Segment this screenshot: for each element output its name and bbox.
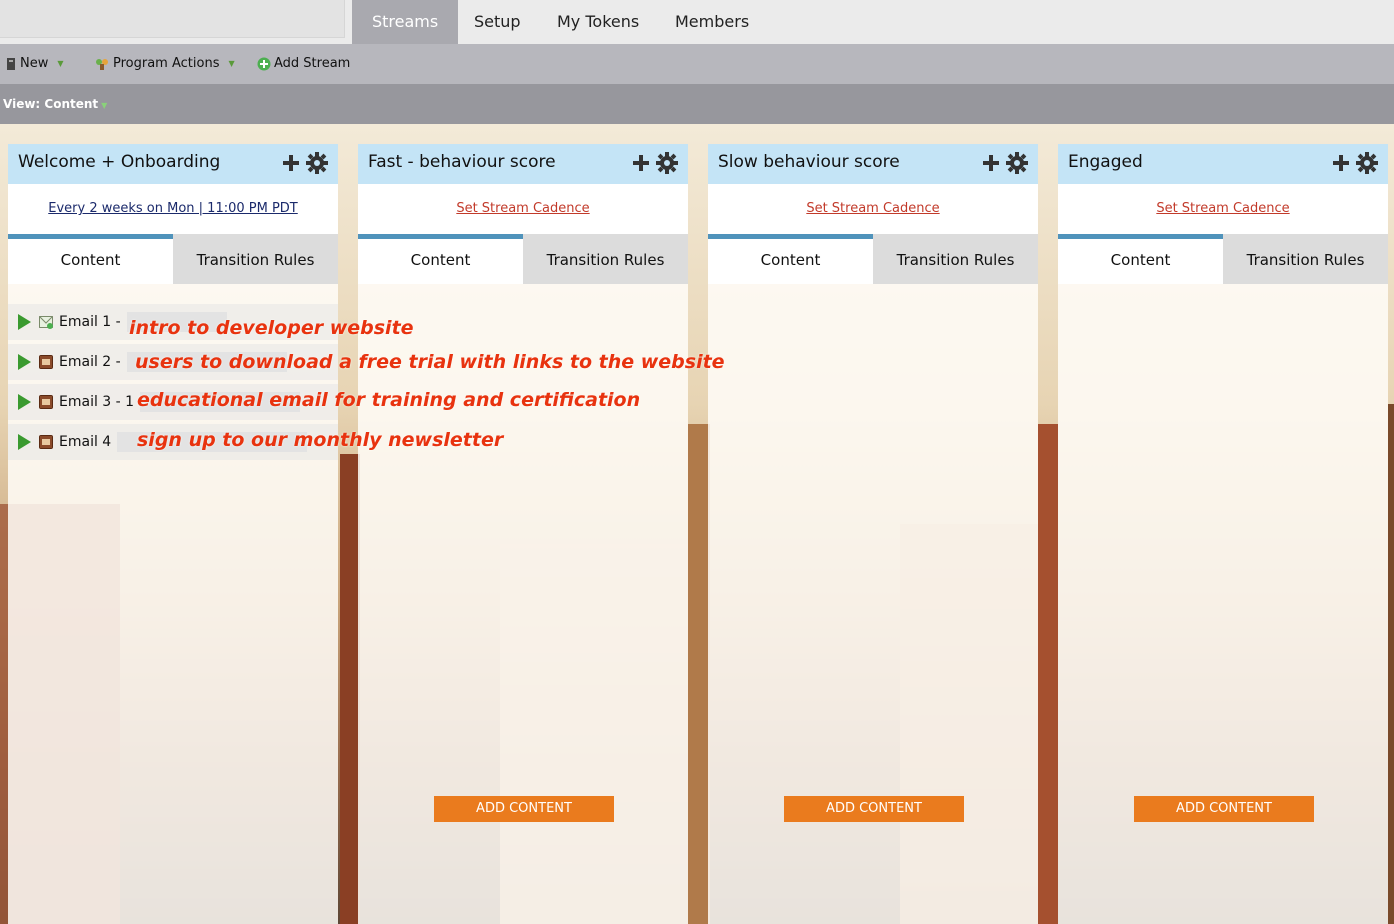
new-menu-button[interactable]: New ▼ [6, 44, 64, 84]
add-content-button[interactable]: ADD CONTENT [784, 796, 964, 822]
stream-actions [1332, 152, 1378, 174]
chevron-down-icon: ▼ [57, 59, 64, 68]
annotation-note: intro to developer website [129, 317, 414, 339]
add-stream-label: Add Stream [274, 56, 351, 71]
new-label: New [20, 56, 49, 71]
tab-transition-rules[interactable]: Transition Rules [873, 234, 1038, 284]
plus-icon[interactable] [632, 154, 650, 172]
tab-my-tokens[interactable]: My Tokens [537, 0, 659, 44]
add-stream-button[interactable]: Add Stream [257, 44, 350, 84]
add-content-button[interactable]: ADD CONTENT [434, 796, 614, 822]
view-selector[interactable]: View: Content ▼ [3, 84, 107, 126]
gear-icon[interactable] [1356, 152, 1378, 174]
set-stream-cadence-link[interactable]: Set Stream Cadence [806, 201, 939, 216]
play-icon[interactable] [18, 314, 31, 330]
stream-header: Fast - behaviour score [358, 144, 688, 184]
view-bar: View: Content ▼ [0, 84, 1394, 124]
stream-cadence: Every 2 weeks on Mon | 11:00 PM PDT [8, 184, 338, 234]
stream-subtabs: Content Transition Rules [8, 234, 338, 284]
tab-setup[interactable]: Setup [454, 0, 541, 44]
stream-title: Engaged [1068, 152, 1143, 172]
toolbar: New ▼ Program Actions ▼ Add Stream [0, 44, 1394, 84]
chevron-down-icon: ▼ [101, 101, 108, 110]
new-icon [7, 58, 15, 70]
add-content-button[interactable]: ADD CONTENT [1134, 796, 1314, 822]
annotation-note: educational email for training and certi… [137, 389, 641, 411]
play-icon[interactable] [18, 434, 31, 450]
stream-actions [632, 152, 678, 174]
stream-title: Welcome + Onboarding [18, 152, 221, 172]
set-stream-cadence-link[interactable]: Set Stream Cadence [1156, 201, 1289, 216]
program-actions-menu-button[interactable]: Program Actions ▼ [94, 44, 235, 84]
email-icon [39, 355, 53, 369]
tab-transition-rules[interactable]: Transition Rules [173, 234, 338, 284]
tab-content[interactable]: Content [358, 234, 523, 284]
tab-content[interactable]: Content [8, 234, 173, 284]
tab-members[interactable]: Members [655, 0, 769, 44]
play-icon[interactable] [18, 394, 31, 410]
email-icon [39, 316, 53, 329]
tab-transition-rules[interactable]: Transition Rules [1223, 234, 1388, 284]
stream-cadence: Set Stream Cadence [708, 184, 1038, 234]
view-label-text: View: Content [3, 97, 99, 111]
play-icon[interactable] [18, 354, 31, 370]
plus-icon[interactable] [282, 154, 300, 172]
stream-column-welcome-onboarding: Welcome + Onboarding Every 2 weeks on Mo… [8, 144, 338, 924]
search-area[interactable] [0, 0, 345, 38]
chevron-down-icon: ▼ [228, 59, 235, 68]
stream-subtabs: Content Transition Rules [1058, 234, 1388, 284]
stream-header: Slow behaviour score [708, 144, 1038, 184]
tab-streams[interactable]: Streams [352, 0, 459, 44]
stream-subtabs: Content Transition Rules [358, 234, 688, 284]
plus-icon[interactable] [1332, 154, 1350, 172]
gear-icon[interactable] [306, 152, 328, 174]
list-item-label: Email 3 - 1 [59, 394, 135, 410]
stream-cadence: Set Stream Cadence [358, 184, 688, 234]
stream-actions [982, 152, 1028, 174]
email-icon [39, 395, 53, 409]
gear-icon[interactable] [656, 152, 678, 174]
annotation-note: sign up to our monthly newsletter [137, 429, 504, 451]
stream-header: Welcome + Onboarding [8, 144, 338, 184]
stream-title: Fast - behaviour score [368, 152, 556, 172]
stream-cadence-link[interactable]: Every 2 weeks on Mon | 11:00 PM PDT [48, 201, 298, 216]
stream-actions [282, 152, 328, 174]
tab-content[interactable]: Content [1058, 234, 1223, 284]
top-nav: Streams Setup My Tokens Members [0, 0, 1394, 44]
list-item-label: Email 2 - [59, 354, 121, 370]
program-actions-label: Program Actions [113, 56, 220, 71]
list-item-label: Email 4 [59, 434, 112, 450]
set-stream-cadence-link[interactable]: Set Stream Cadence [456, 201, 589, 216]
stream-header: Engaged [1058, 144, 1388, 184]
email-icon [39, 435, 53, 449]
list-item-label: Email 1 - [59, 314, 121, 330]
add-circle-icon [257, 57, 271, 71]
stream-column-engaged: Engaged Set Stream Cadence Content Trans… [1058, 144, 1388, 924]
program-actions-icon [96, 59, 108, 70]
stream-title: Slow behaviour score [718, 152, 900, 172]
tab-content[interactable]: Content [708, 234, 873, 284]
tab-transition-rules[interactable]: Transition Rules [523, 234, 688, 284]
stream-column-slow-behaviour-score: Slow behaviour score Set Stream Cadence … [708, 144, 1038, 924]
gear-icon[interactable] [1006, 152, 1028, 174]
stream-cadence: Set Stream Cadence [1058, 184, 1388, 234]
plus-icon[interactable] [982, 154, 1000, 172]
annotation-note: users to download a free trial with link… [135, 351, 725, 373]
stream-subtabs: Content Transition Rules [708, 234, 1038, 284]
stream-column-fast-behaviour-score: Fast - behaviour score Set Stream Cadenc… [358, 144, 688, 924]
